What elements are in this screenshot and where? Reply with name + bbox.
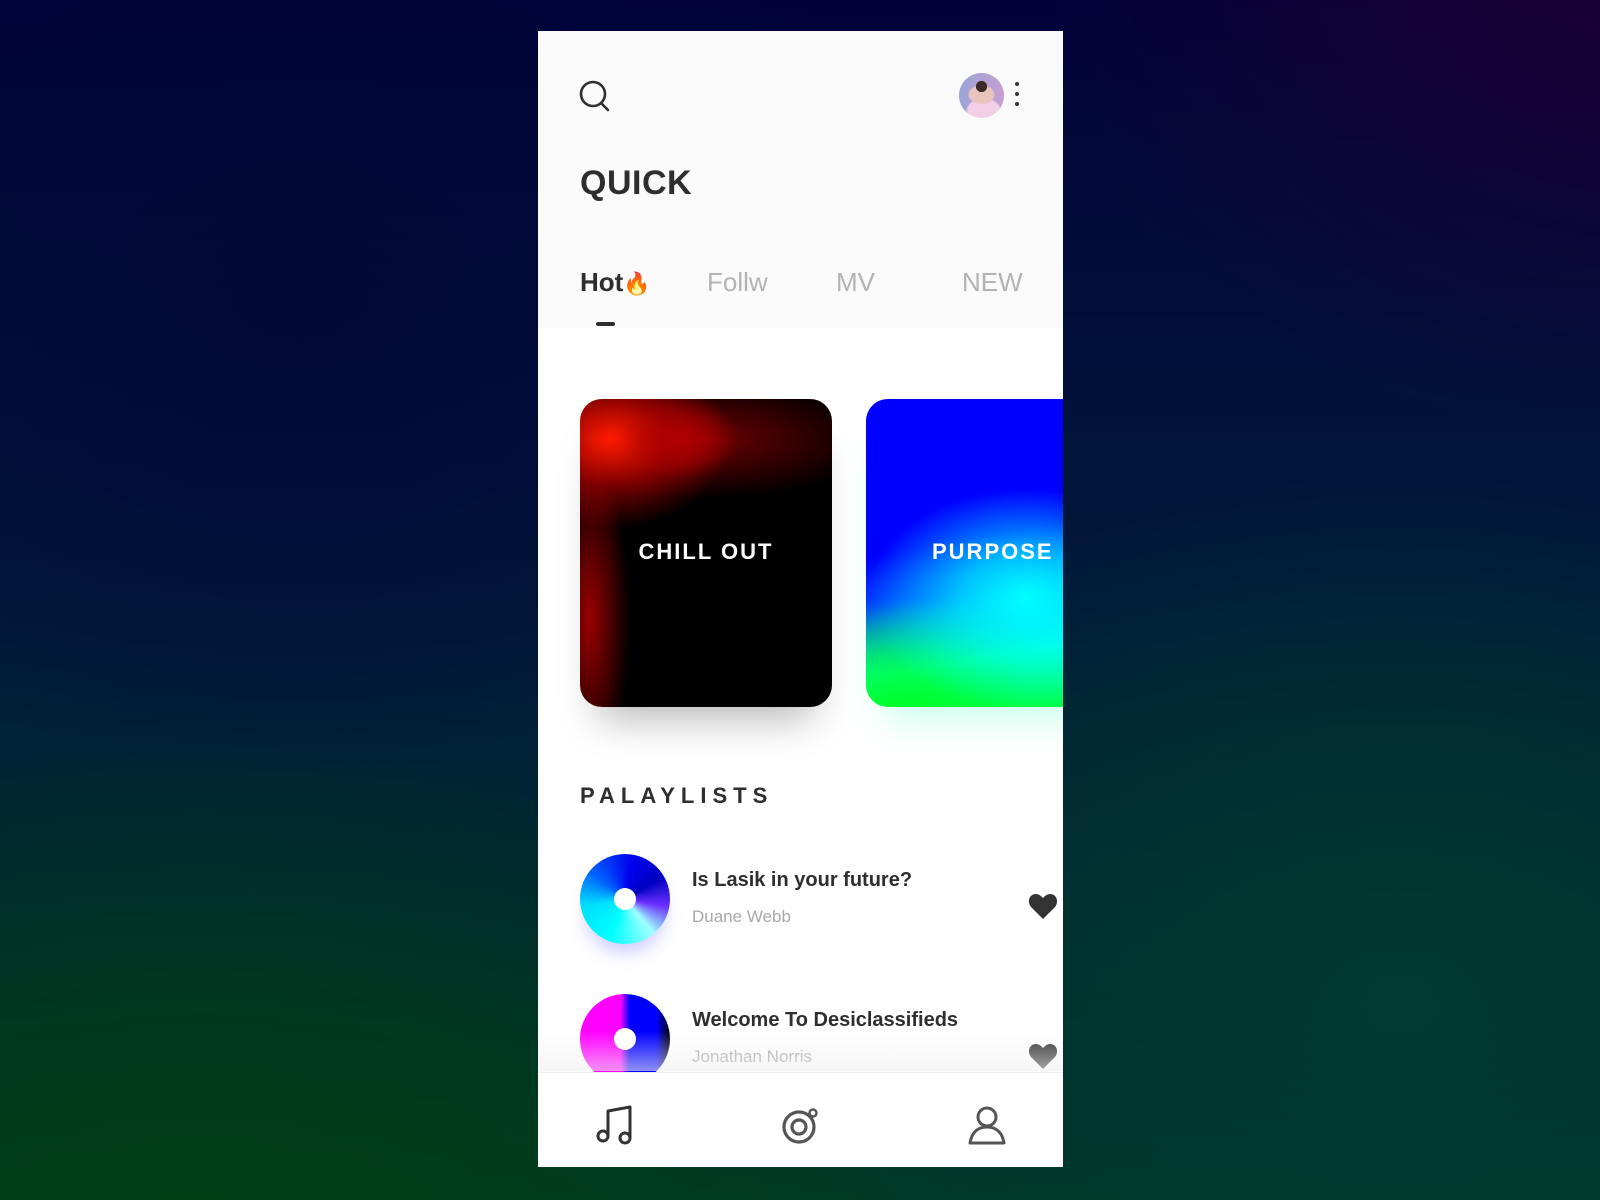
card-label: PURPOSE [932,539,1054,564]
playlist-item[interactable]: Is Lasik in your future? Duane Webb [580,854,1058,954]
page-title: QUICK [580,164,693,202]
card-label: CHILL OUT [638,539,774,564]
fire-icon: 🔥 [623,271,651,296]
tab-mv[interactable]: MV [836,267,875,298]
playlist-cover [580,854,670,944]
header-area: QUICK Hot🔥 Follw MV NEW [538,31,1063,328]
music-note-icon[interactable] [594,1103,638,1147]
tab-bar: Hot🔥 Follw MV NEW [580,267,1040,327]
bottom-nav [538,1072,1063,1167]
tab-hot[interactable]: Hot🔥 [580,267,651,326]
user-icon[interactable] [965,1103,1009,1147]
playlist-artist: Duane Webb [692,907,791,926]
active-tab-indicator [596,322,615,326]
scroll-fade [538,1031,1063,1071]
avatar[interactable] [959,73,1004,118]
playlists-heading: PALAYLISTS [580,783,774,808]
featured-card-purpose[interactable]: PURPOSE [866,399,1063,707]
search-icon[interactable] [578,79,612,113]
playlist-title: Welcome To Desiclassifieds [692,1009,959,1031]
featured-card-chill-out[interactable]: CHILL OUT [580,399,832,707]
disc-icon[interactable] [779,1103,823,1147]
playlist-title: Is Lasik in your future? [692,869,913,891]
tab-new[interactable]: NEW [962,267,1023,298]
phone-screen: QUICK Hot🔥 Follw MV NEW CHILL OUT PURPOS… [538,31,1063,1167]
tab-follw[interactable]: Follw [707,267,768,298]
tab-label: Hot [580,267,624,297]
heart-icon[interactable] [1028,892,1058,920]
more-vertical-icon[interactable] [1012,79,1022,113]
